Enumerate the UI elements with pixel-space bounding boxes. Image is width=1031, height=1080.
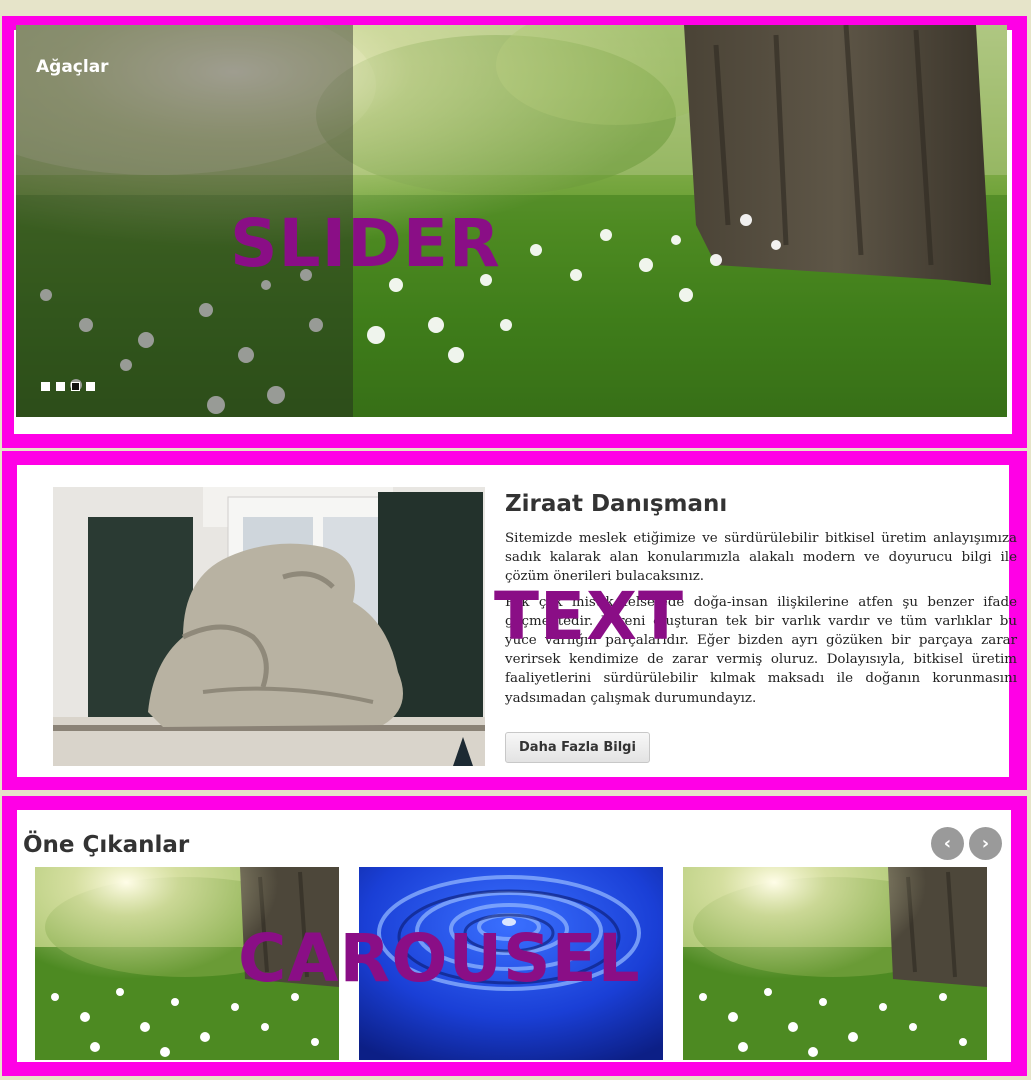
slider-viewport[interactable]: Ağaçlar (16, 25, 1007, 417)
carousel-next-button[interactable]: › (969, 827, 1002, 860)
content-title: Ziraat Danışmanı (505, 491, 728, 517)
carousel-image (683, 867, 987, 1060)
more-info-button[interactable]: Daha Fazla Bilgi (505, 731, 650, 763)
statue-image (53, 487, 485, 766)
slider-dot[interactable] (56, 382, 65, 391)
slide-caption: Ağaçlar (36, 57, 109, 77)
slider-dot-active[interactable] (71, 382, 80, 391)
slider-dot[interactable] (41, 382, 50, 391)
chevron-left-icon: ‹ (943, 833, 952, 854)
carousel-item-forest[interactable] (683, 867, 987, 1060)
carousel-prev-button[interactable]: ‹ (931, 827, 964, 860)
carousel-title: Öne Çıkanlar (23, 832, 190, 858)
text-section-label: TEXT (494, 578, 685, 655)
slider-dot[interactable] (86, 382, 95, 391)
chevron-right-icon: › (981, 833, 990, 854)
slider-section-label: SLIDER (230, 205, 501, 282)
carousel-section-label: CAROUSEL (238, 920, 641, 997)
slider-pagination (41, 382, 95, 391)
